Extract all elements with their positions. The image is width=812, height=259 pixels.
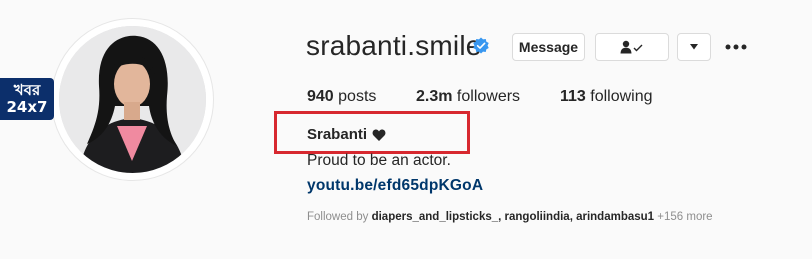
caret-down-icon: [690, 44, 698, 50]
full-name-text: Srabanti: [307, 126, 368, 143]
profile-photo: [59, 26, 206, 173]
followers-label: followers: [456, 88, 521, 105]
posts-label: posts: [338, 88, 377, 105]
followers-count: 2.3m: [416, 88, 453, 105]
more-dots-icon[interactable]: [725, 43, 747, 51]
person-check-icon: [620, 40, 643, 54]
following-button[interactable]: [595, 33, 669, 61]
following-count: 113: [560, 88, 586, 105]
profile-full-name: Srabanti: [307, 126, 386, 143]
verified-badge-icon: [473, 37, 489, 54]
watermark-line-1: খবর: [13, 81, 41, 99]
followed-by-prefix: Followed by: [307, 211, 369, 223]
watermark-logo: খবর 24x7: [0, 78, 54, 120]
profile-bio: Proud to be an actor.: [307, 152, 451, 169]
avatar[interactable]: [59, 26, 206, 173]
followers-stat[interactable]: 2.3m followers: [416, 88, 520, 106]
followed-by[interactable]: Followed by diapers_and_lipsticks_, rang…: [307, 211, 713, 223]
dropdown-button[interactable]: [677, 33, 711, 61]
followed-by-names: diapers_and_lipsticks_, rangoliindia, ar…: [371, 211, 655, 223]
message-button[interactable]: Message: [512, 33, 585, 61]
followed-by-more: +156 more: [657, 211, 713, 223]
profile-link[interactable]: youtu.be/efd65dpKGoA: [307, 177, 483, 195]
heart-icon: [372, 129, 386, 141]
following-label: following: [590, 88, 653, 105]
profile-username: srabanti.smile: [306, 30, 482, 61]
following-stat[interactable]: 113 following: [560, 88, 653, 106]
posts-stat: 940 posts: [307, 88, 376, 106]
watermark-line-2: 24x7: [6, 98, 48, 116]
posts-count: 940: [307, 88, 334, 105]
